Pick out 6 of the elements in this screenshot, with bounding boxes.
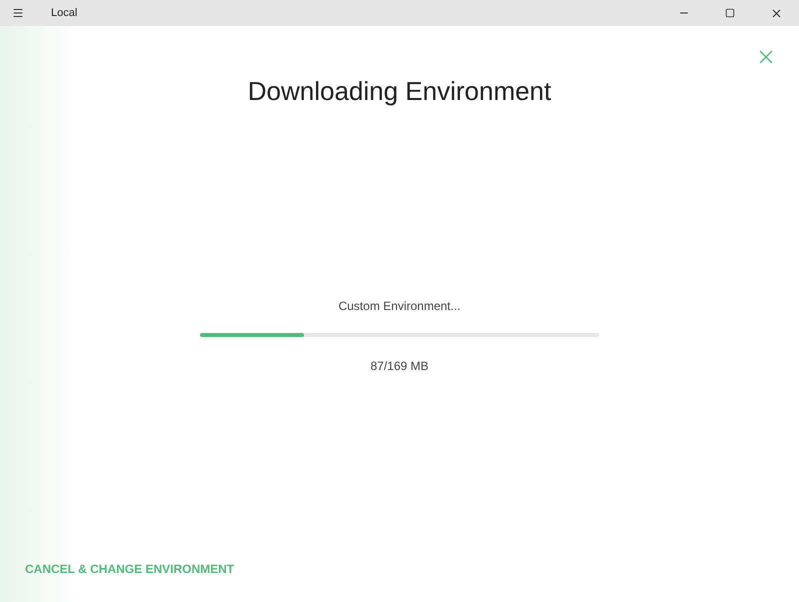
cancel-link[interactable]: CANCEL & CHANGE ENVIRONMENT	[25, 562, 234, 576]
menu-icon[interactable]	[12, 7, 24, 19]
download-size: 87/169 MB	[370, 358, 429, 375]
download-label: Custom Environment...	[338, 298, 461, 315]
page-heading: Downloading Environment	[246, 75, 552, 108]
window-title: Local	[51, 6, 78, 21]
